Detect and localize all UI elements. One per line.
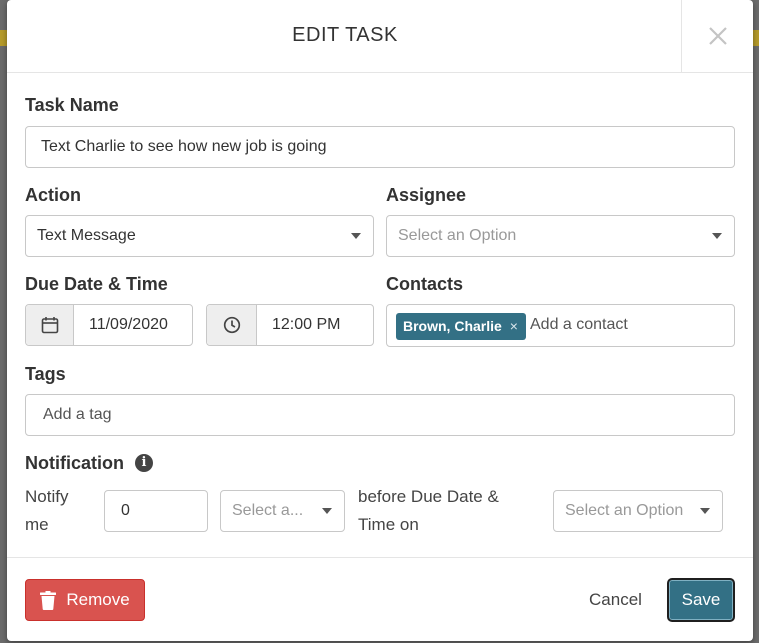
notify-text-line1: Notify bbox=[25, 487, 69, 506]
assignee-placeholder: Select an Option bbox=[398, 227, 517, 244]
assignee-label: Assignee bbox=[386, 185, 467, 205]
contacts-label: Contacts bbox=[386, 274, 464, 294]
notify-text-line2: me bbox=[25, 515, 49, 534]
tags-label: Tags bbox=[25, 364, 66, 384]
assignee-select[interactable]: Select an Option bbox=[386, 215, 735, 257]
notification-label: Notification bbox=[25, 453, 124, 473]
before-text-line2: Time on bbox=[358, 515, 419, 534]
notify-unit-placeholder: Select a... bbox=[232, 502, 304, 519]
notify-amount-value: 0 bbox=[121, 502, 130, 519]
clock-icon bbox=[223, 316, 240, 334]
task-name-value: Text Charlie to see how new job is going bbox=[41, 138, 327, 155]
due-label: Due Date & Time bbox=[25, 274, 168, 294]
due-date-value: 11/09/2020 bbox=[89, 316, 168, 333]
calendar-button[interactable] bbox=[26, 305, 74, 345]
task-name-label: Task Name bbox=[25, 95, 119, 115]
due-time-input[interactable]: 12:00 PM bbox=[206, 304, 374, 346]
edit-task-modal: EDIT TASK Task Name Text Charlie to see … bbox=[7, 0, 753, 641]
action-label: Action bbox=[25, 185, 81, 205]
info-icon[interactable]: i bbox=[135, 454, 153, 472]
modal-header: EDIT TASK bbox=[7, 0, 753, 73]
contact-chip-label: Brown, Charlie bbox=[403, 318, 502, 334]
save-button[interactable]: Save bbox=[667, 578, 735, 622]
remove-button[interactable]: Remove bbox=[25, 579, 145, 621]
chevron-down-icon bbox=[712, 233, 722, 239]
notify-target-select[interactable]: Select an Option bbox=[553, 490, 723, 532]
due-time-value: 12:00 PM bbox=[272, 316, 341, 333]
contacts-input[interactable]: Brown, Charlie × Add a contact bbox=[386, 304, 735, 347]
chip-remove-icon[interactable]: × bbox=[510, 318, 518, 334]
calendar-icon bbox=[41, 317, 58, 334]
trash-icon bbox=[40, 590, 57, 610]
task-name-input[interactable]: Text Charlie to see how new job is going bbox=[25, 126, 735, 168]
cancel-button[interactable]: Cancel bbox=[578, 579, 653, 621]
chevron-down-icon bbox=[322, 508, 332, 514]
close-button[interactable] bbox=[681, 0, 753, 72]
background-accent bbox=[752, 30, 759, 46]
clock-button[interactable] bbox=[207, 305, 257, 345]
chevron-down-icon bbox=[351, 233, 361, 239]
tags-input[interactable]: Add a tag bbox=[25, 394, 735, 436]
tags-placeholder: Add a tag bbox=[43, 406, 112, 423]
remove-button-label: Remove bbox=[66, 590, 130, 609]
contact-chip: Brown, Charlie × bbox=[396, 313, 526, 340]
modal-title: EDIT TASK bbox=[292, 24, 398, 46]
chevron-down-icon bbox=[700, 508, 710, 514]
notify-unit-select[interactable]: Select a... bbox=[220, 490, 345, 532]
notify-amount-input[interactable]: 0 bbox=[104, 490, 208, 532]
action-select[interactable]: Text Message bbox=[25, 215, 374, 257]
modal-footer: Remove Cancel Save bbox=[7, 557, 753, 641]
close-icon bbox=[708, 27, 727, 45]
before-text-line1: before Due Date & bbox=[358, 487, 499, 506]
contacts-placeholder: Add a contact bbox=[530, 316, 628, 333]
notify-target-placeholder: Select an Option bbox=[565, 502, 684, 519]
due-date-input[interactable]: 11/09/2020 bbox=[25, 304, 193, 346]
action-value: Text Message bbox=[37, 227, 136, 244]
